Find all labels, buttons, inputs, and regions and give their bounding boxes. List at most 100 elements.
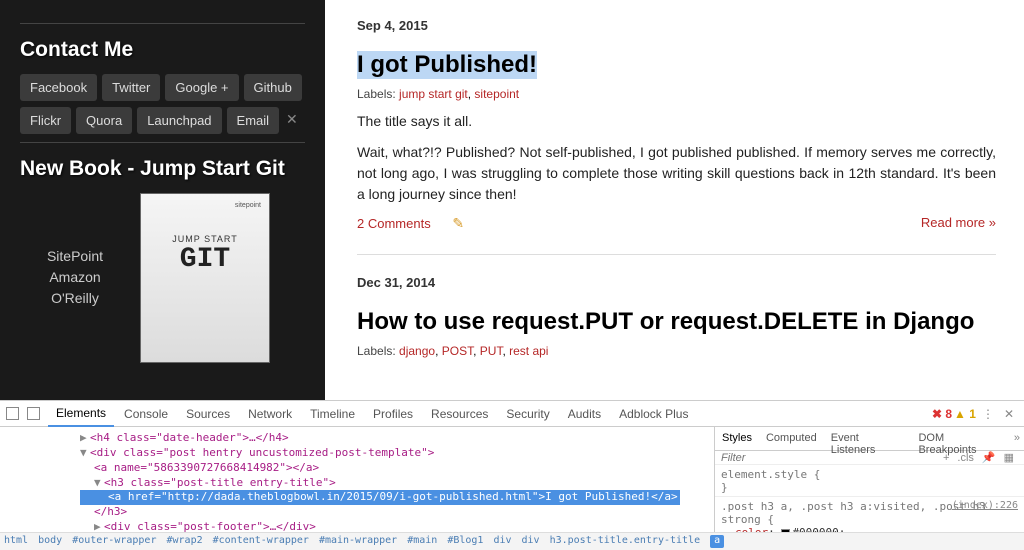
crumb[interactable]: div [522,535,540,548]
tab-sources[interactable]: Sources [178,402,238,426]
cover-small: JUMP START [151,234,259,244]
crumb[interactable]: #wrap2 [166,535,202,548]
tab-dom-breakpoints[interactable]: DOM Breakpoints [911,427,1009,450]
more-icon[interactable]: ⋮ [978,407,998,421]
dom-node-selected[interactable]: <a href="http://dada.theblogbowl.in/2015… [80,490,680,505]
close-icon[interactable]: ✕ [1000,407,1018,421]
style-rule[interactable]: (index):226 .post h3 a, .post h3 a:visit… [715,497,1024,532]
tab-resources[interactable]: Resources [423,402,496,426]
style-rule[interactable]: element.style { } [715,465,1024,497]
contact-heading: Contact Me [20,38,305,62]
dom-node[interactable]: <a name="5863390727668414982"></a> [94,461,319,474]
tab-adblock[interactable]: Adblock Plus [611,402,696,426]
dom-node[interactable]: <div class="post-footer">…</div> [104,520,316,532]
comments-link[interactable]: 2 Comments [357,216,431,231]
pin-icon[interactable]: 📌 [978,451,1000,464]
css-value[interactable]: #000000; [792,526,845,532]
labels-word: Labels: [357,87,396,101]
tab-profiles[interactable]: Profiles [365,402,421,426]
label-link[interactable]: jump start git [399,87,468,101]
divider [20,142,305,143]
cover-big: GIT [151,244,259,275]
dom-tree[interactable]: ▶<h4 class="date-header">…</h4> ▼<div cl… [0,427,714,532]
chevron-right-icon[interactable]: » [1010,427,1024,450]
sitepoint-link[interactable]: SitePoint [20,248,130,264]
device-icon[interactable] [27,407,40,420]
label-link[interactable]: django [399,344,435,358]
post-title[interactable]: I got Published! [357,51,537,79]
book-links: SitePoint Amazon O'Reilly [20,193,130,363]
main-content: Sep 4, 2015 I got Published! Labels: jum… [325,0,1024,400]
toggle-icon[interactable]: ▦ [1000,451,1018,464]
tab-elements[interactable]: Elements [48,401,114,427]
breadcrumb: html body #outer-wrapper #wrap2 #content… [0,532,1024,550]
dom-node[interactable]: <div class="post hentry uncustomized-pos… [90,446,434,459]
new-rule-icon[interactable]: + [939,452,953,464]
styles-tabs: Styles Computed Event Listeners DOM Brea… [715,427,1024,451]
filter-input[interactable] [721,452,781,464]
sidebar: Contact Me Facebook Twitter Google + Git… [0,0,325,400]
crumb[interactable]: #outer-wrapper [72,535,156,548]
error-icon[interactable]: ✖ 8 [932,407,952,421]
labels-word: Labels: [357,344,396,358]
label-link[interactable]: rest api [509,344,548,358]
crumb[interactable]: html [4,535,28,548]
post-labels: Labels: django, POST, PUT, rest api [357,344,996,358]
css-prop[interactable]: color [735,526,768,532]
dom-node[interactable]: <h3 class="post-title entry-title"> [104,476,336,489]
book-cover[interactable]: sitepoint JUMP START GIT [140,193,270,363]
post-title[interactable]: How to use request.PUT or request.DELETE… [357,308,974,336]
oreilly-link[interactable]: O'Reilly [20,290,130,306]
crumb[interactable]: div [493,535,511,548]
post-labels: Labels: jump start git, sitepoint [357,87,996,101]
tab-network[interactable]: Network [240,402,300,426]
tools-icon[interactable]: ✕ [284,107,300,134]
divider [20,23,305,24]
twitter-button[interactable]: Twitter [102,74,160,101]
tab-audits[interactable]: Audits [560,402,609,426]
crumb[interactable]: #main [407,535,437,548]
crumb-active[interactable]: a [710,535,724,548]
google-plus-button[interactable]: Google + [165,74,238,101]
tab-console[interactable]: Console [116,402,176,426]
pencil-icon[interactable]: ✎ [452,215,464,231]
post-divider [357,254,996,255]
rule-close: } [721,481,1018,494]
rule-source[interactable]: (index):226 [952,500,1018,511]
crumb[interactable]: #Blog1 [447,535,483,548]
devtools-tabs: Elements Console Sources Network Timelin… [0,401,1024,427]
flickr-button[interactable]: Flickr [20,107,71,134]
rule-selector: element.style { [721,468,1018,481]
tab-styles[interactable]: Styles [715,427,759,450]
post-date: Sep 4, 2015 [357,18,996,33]
email-button[interactable]: Email [227,107,280,134]
quora-button[interactable]: Quora [76,107,132,134]
facebook-button[interactable]: Facebook [20,74,97,101]
label-link[interactable]: POST [442,344,473,358]
launchpad-button[interactable]: Launchpad [137,107,221,134]
crumb[interactable]: body [38,535,62,548]
dom-node[interactable]: </h3> [94,505,127,518]
dom-node[interactable]: <h4 class="date-header">…</h4> [90,431,289,444]
warning-icon[interactable]: ▲ 1 [954,407,976,421]
tab-computed[interactable]: Computed [759,427,824,450]
label-link[interactable]: sitepoint [474,87,519,101]
crumb[interactable]: #main-wrapper [319,535,397,548]
devtools-panel: Elements Console Sources Network Timelin… [0,400,1024,550]
tab-security[interactable]: Security [498,402,557,426]
tab-timeline[interactable]: Timeline [302,402,363,426]
crumb[interactable]: #content-wrapper [213,535,309,548]
tab-event-listeners[interactable]: Event Listeners [824,427,912,450]
inspect-icon[interactable] [6,407,19,420]
cls-toggle[interactable]: .cls [953,452,978,464]
styles-filter: + .cls 📌 ▦ [715,451,1024,465]
crumb[interactable]: h3.post-title.entry-title [550,535,701,548]
post-body: Wait, what?!? Published? Not self-publis… [357,142,996,205]
color-swatch[interactable] [781,529,790,533]
post-body: The title says it all. [357,111,996,132]
github-button[interactable]: Github [244,74,302,101]
label-link[interactable]: PUT [480,344,503,358]
amazon-link[interactable]: Amazon [20,269,130,285]
read-more-link[interactable]: Read more » [921,215,996,232]
contact-buttons-2: Flickr Quora Launchpad Email ✕ [20,107,305,134]
